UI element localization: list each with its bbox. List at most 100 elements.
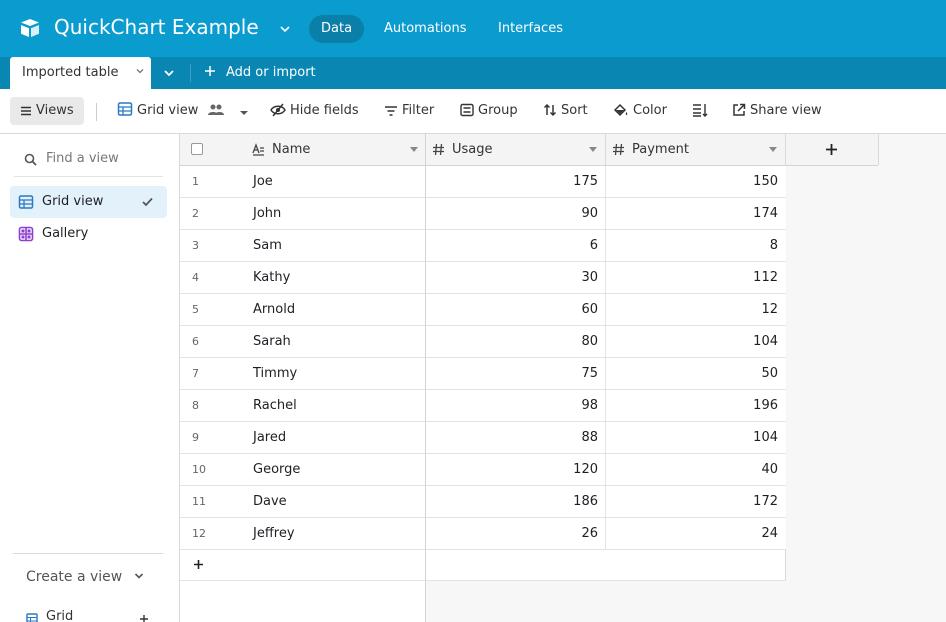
table-row[interactable]: 9 Jared: [180, 422, 425, 454]
cell-name[interactable]: Arnold: [253, 302, 295, 317]
cell-name[interactable]: Timmy: [253, 366, 297, 381]
table-row[interactable]: 7 Timmy: [180, 358, 425, 390]
select-all-checkbox[interactable]: [191, 143, 203, 155]
chevron-down-icon[interactable]: [278, 22, 292, 36]
cell-usage[interactable]: 30: [426, 270, 598, 285]
cell-name[interactable]: Joe: [253, 174, 273, 189]
cell-payment[interactable]: 104: [606, 334, 778, 349]
caret-down-icon[interactable]: [589, 147, 597, 152]
cell-payment[interactable]: 172: [606, 494, 778, 509]
cell-payment[interactable]: 8: [606, 238, 778, 253]
table-row[interactable]: 80 104: [426, 326, 786, 358]
table-row[interactable]: 75 50: [426, 358, 786, 390]
table-row[interactable]: 30 112: [426, 262, 786, 294]
base-title[interactable]: QuickChart Example: [54, 13, 259, 41]
cell-usage[interactable]: 60: [426, 302, 598, 317]
caret-down-icon[interactable]: [410, 147, 418, 152]
table-row[interactable]: 11 Dave: [180, 486, 425, 518]
row-height-button[interactable]: [688, 97, 716, 125]
table-row[interactable]: 60 12: [426, 294, 786, 326]
table-row[interactable]: 1 Joe: [180, 166, 425, 198]
chevron-down-icon[interactable]: [134, 65, 146, 77]
cell-usage[interactable]: 75: [426, 366, 598, 381]
cell-payment[interactable]: 196: [606, 398, 778, 413]
column-header-usage[interactable]: Usage: [426, 134, 606, 165]
cell-usage[interactable]: 88: [426, 430, 598, 445]
cell-name[interactable]: George: [253, 462, 300, 477]
table-row[interactable]: 6 Sarah: [180, 326, 425, 358]
cell-payment[interactable]: 40: [606, 462, 778, 477]
share-view-button[interactable]: Share view: [728, 97, 826, 125]
cell-usage[interactable]: 26: [426, 526, 598, 541]
cell-name[interactable]: Dave: [253, 494, 287, 509]
cell-name[interactable]: Rachel: [253, 398, 297, 413]
row-number: 1: [192, 175, 199, 188]
cell-usage[interactable]: 90: [426, 206, 598, 221]
find-view-search[interactable]: Find a view: [14, 147, 163, 177]
table-row[interactable]: 3 Sam: [180, 230, 425, 262]
plus-icon: [140, 615, 148, 622]
add-record-row-extension[interactable]: [426, 550, 786, 581]
table-row[interactable]: 2 John: [180, 198, 425, 230]
row-number: 3: [192, 239, 199, 252]
sidebar-item-grid-view[interactable]: Grid view: [10, 186, 167, 218]
hide-fields-button[interactable]: Hide fields: [266, 97, 363, 125]
table-row[interactable]: 12 Jeffrey: [180, 518, 425, 550]
sidebar-item-gallery[interactable]: Gallery: [10, 218, 167, 250]
table-row[interactable]: 68: [426, 230, 786, 262]
all-tables-chevron-icon[interactable]: [158, 63, 180, 83]
cell-name[interactable]: Sarah: [253, 334, 291, 349]
view-switcher-button[interactable]: Grid view: [113, 97, 257, 125]
table-row[interactable]: 26 24: [426, 518, 786, 550]
add-field-button[interactable]: [786, 134, 879, 165]
cell-name[interactable]: Jeffrey: [253, 526, 295, 541]
color-button[interactable]: Color: [609, 97, 671, 125]
add-or-import-button[interactable]: Add or import: [204, 57, 316, 89]
tab-automations[interactable]: Automations: [372, 15, 479, 43]
row-number: 6: [192, 335, 199, 348]
row-number: 11: [192, 495, 206, 508]
cell-usage[interactable]: 6: [426, 238, 598, 253]
tab-data[interactable]: Data: [309, 15, 365, 43]
filter-button[interactable]: Filter: [380, 97, 438, 125]
base-logo-icon[interactable]: [19, 17, 41, 39]
column-header-name[interactable]: Name: [246, 134, 426, 165]
cell-payment[interactable]: 104: [606, 430, 778, 445]
table-row[interactable]: 90 174: [426, 198, 786, 230]
group-button[interactable]: Group: [456, 97, 522, 125]
cell-payment[interactable]: 150: [606, 174, 778, 189]
tab-interfaces[interactable]: Interfaces: [486, 15, 575, 43]
sort-button[interactable]: Sort: [539, 97, 592, 125]
cell-payment[interactable]: 12: [606, 302, 778, 317]
cell-payment[interactable]: 24: [606, 526, 778, 541]
table-tab-imported[interactable]: Imported table: [10, 57, 151, 89]
cell-name[interactable]: Sam: [253, 238, 282, 253]
table-row[interactable]: 10 George: [180, 454, 425, 486]
table-row[interactable]: 98 196: [426, 390, 786, 422]
cell-usage[interactable]: 175: [426, 174, 598, 189]
cell-usage[interactable]: 80: [426, 334, 598, 349]
column-header-payment[interactable]: Payment: [606, 134, 786, 165]
table-row[interactable]: 175 150: [426, 166, 786, 198]
table-row[interactable]: 8 Rachel: [180, 390, 425, 422]
cell-usage[interactable]: 120: [426, 462, 598, 477]
cell-usage[interactable]: 186: [426, 494, 598, 509]
table-row[interactable]: 88 104: [426, 422, 786, 454]
table-row[interactable]: 120 40: [426, 454, 786, 486]
table-row[interactable]: 186 172: [426, 486, 786, 518]
cell-payment[interactable]: 174: [606, 206, 778, 221]
table-row[interactable]: 4 Kathy: [180, 262, 425, 294]
table-row[interactable]: 5 Arnold: [180, 294, 425, 326]
cell-name[interactable]: Kathy: [253, 270, 290, 285]
add-record-button[interactable]: [180, 550, 425, 581]
cell-payment[interactable]: 112: [606, 270, 778, 285]
create-grid-view-button[interactable]: Grid: [26, 609, 148, 622]
views-button[interactable]: Views: [10, 97, 84, 125]
create-a-view-toggle[interactable]: Create a view: [26, 569, 145, 585]
cell-name[interactable]: Jared: [253, 430, 286, 445]
cell-payment[interactable]: 50: [606, 366, 778, 381]
sidebar-item-label: Grid view: [42, 194, 104, 209]
caret-down-icon[interactable]: [769, 147, 777, 152]
cell-name[interactable]: John: [253, 206, 281, 221]
cell-usage[interactable]: 98: [426, 398, 598, 413]
